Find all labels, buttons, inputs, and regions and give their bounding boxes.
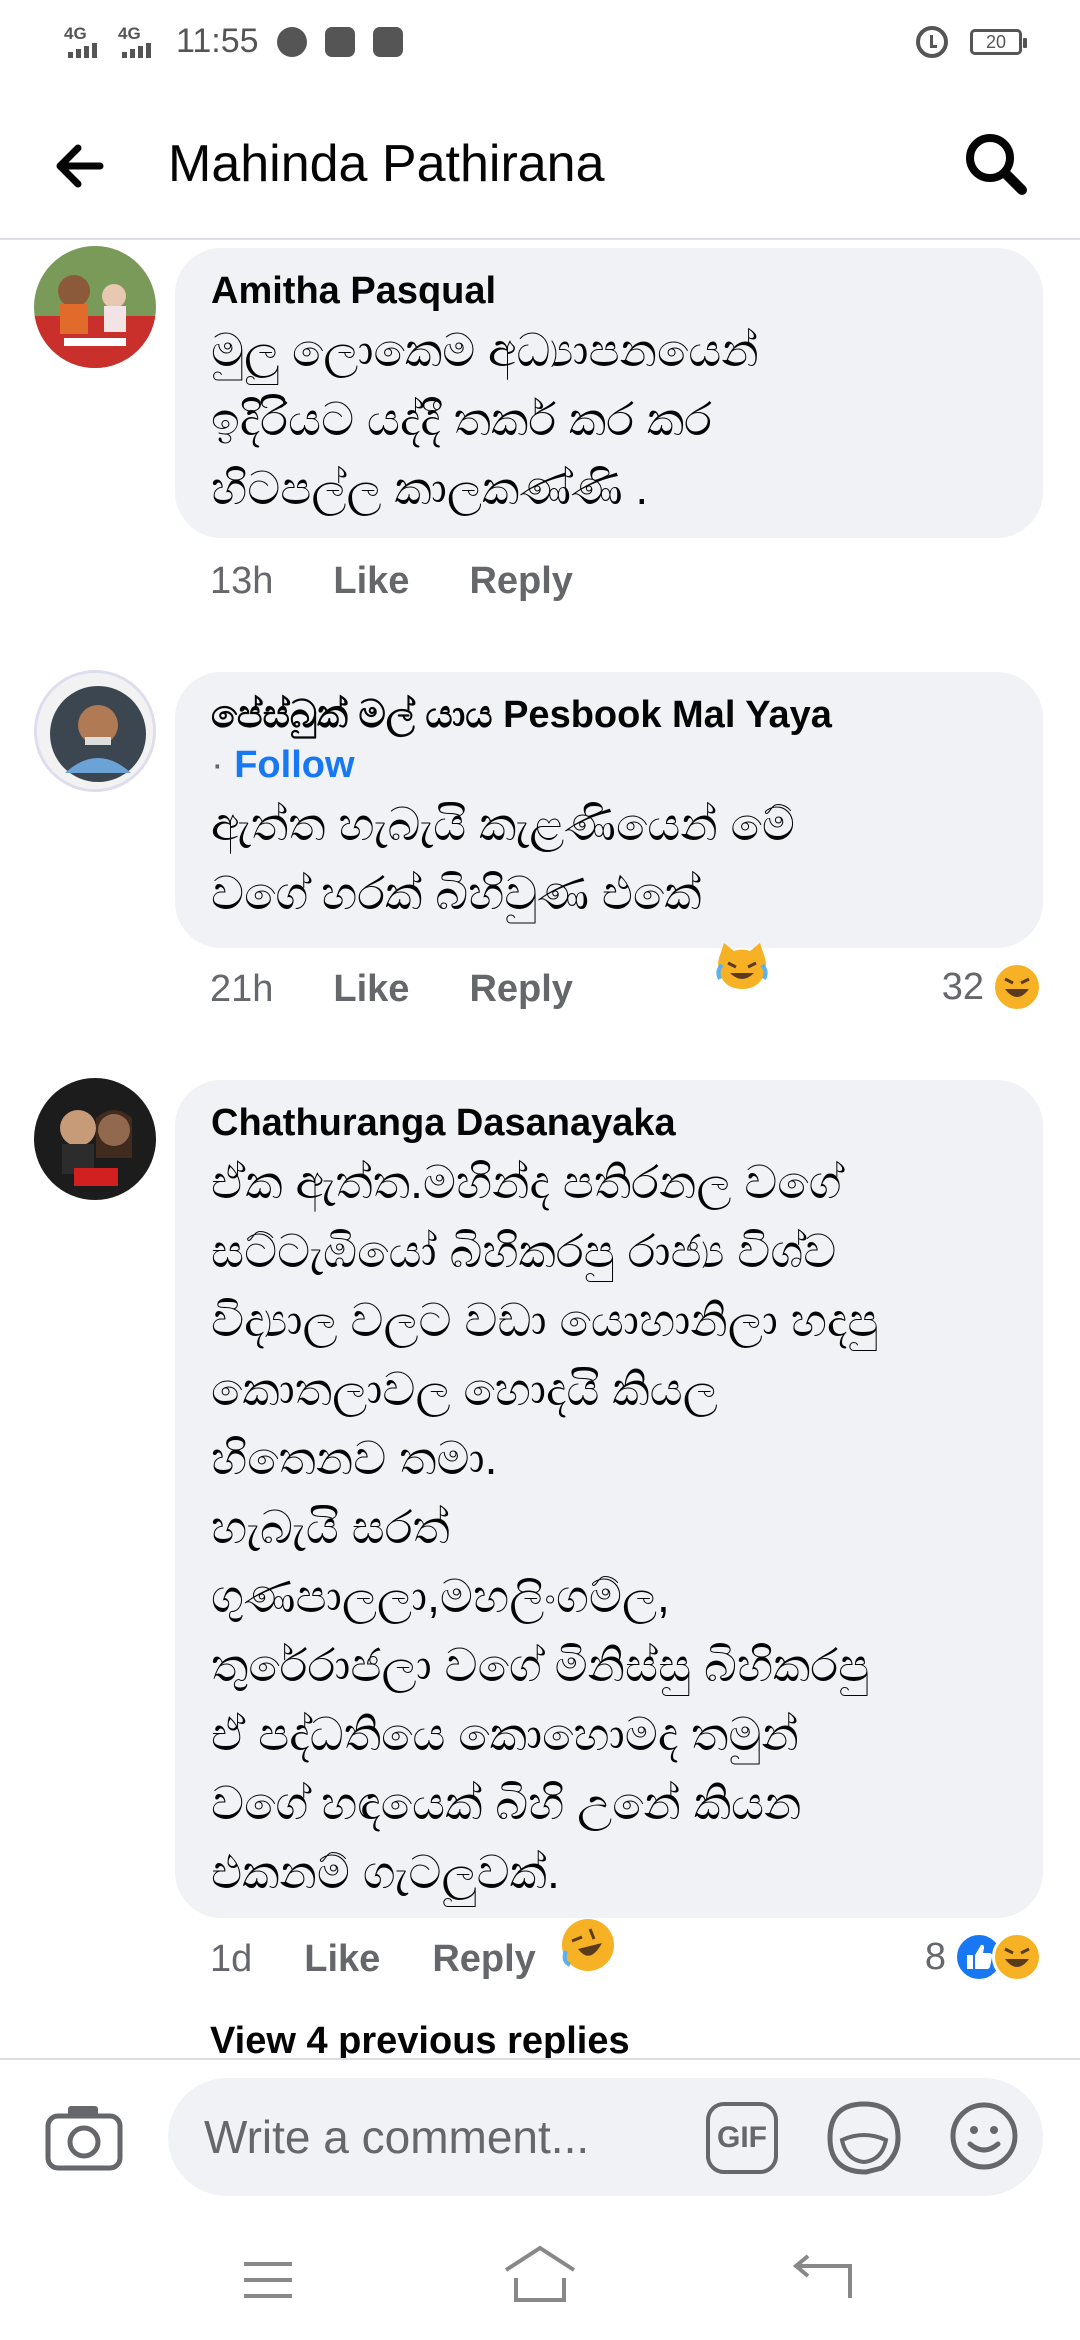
reaction-summary[interactable]: 32 <box>942 962 1042 1012</box>
top-app-bar: Mahinda Pathirana <box>0 90 1080 240</box>
reply-button[interactable]: Reply <box>432 1938 535 1981</box>
like-button[interactable]: Like <box>333 560 409 603</box>
signal-icon: 4G <box>64 24 108 60</box>
status-bar: 4G 4G 11:55 20 <box>0 0 1080 90</box>
reply-button[interactable]: Reply <box>469 968 572 1011</box>
network-type: 4G <box>64 23 87 43</box>
comment-author[interactable]: පේස්බුක් මල් යාය Pesbook Mal Yaya <box>211 690 1007 740</box>
comment-text: ඒක ඇත්ත.මහින්ද පතිරනල වගේ සට්ටැඹියෝ බිහි… <box>211 1148 1007 1971</box>
reaction-summary[interactable]: 8 <box>925 1932 1042 1982</box>
battery-icon: 20 <box>970 29 1027 55</box>
reply-button[interactable]: Reply <box>469 560 572 603</box>
facebook-icon <box>324 26 355 57</box>
comment-time: 21h <box>210 968 274 1010</box>
follow-separator: · <box>211 744 224 786</box>
avatar[interactable] <box>34 246 156 368</box>
reaction-count: 32 <box>941 965 984 1008</box>
clock: 11:55 <box>176 22 259 60</box>
alarm-icon <box>916 26 948 58</box>
avatar[interactable] <box>34 670 156 792</box>
page-title: Mahinda Pathirana <box>168 135 605 193</box>
follow-button[interactable]: Follow <box>234 744 354 786</box>
signal-icon-2: 4G <box>118 24 162 60</box>
avatar[interactable] <box>34 1078 156 1200</box>
emoji-icon[interactable] <box>948 2100 1020 2172</box>
crying-laughing-cat-icon <box>714 872 770 989</box>
back-arrow-icon[interactable] <box>50 136 110 196</box>
messenger-icon <box>276 26 307 57</box>
comment-time: 13h <box>210 560 274 602</box>
comment-bubble: Amitha Pasqual මුලු ලොකෙම අධ්‍යාපනයෙන් ඉ… <box>175 248 1043 538</box>
network-type-2: 4G <box>118 23 141 43</box>
comment-text: මුලු ලොකෙම අධ්‍යාපනයෙන් ඉදිරියට යද්දී තර… <box>211 324 759 514</box>
comment-text: ඇත්ත හැබැයි කැළණියෙන් මේ වගේ හරක් බිහිවු… <box>211 790 1007 989</box>
reaction-count: 8 <box>924 1935 946 1978</box>
back-icon[interactable] <box>790 2252 854 2302</box>
comment-bubble: පේස්බුක් මල් යාය Pesbook Mal Yaya · Foll… <box>175 672 1043 989</box>
like-button[interactable]: Like <box>333 968 409 1011</box>
menu-icon[interactable] <box>240 2258 296 2302</box>
haha-icon <box>992 1932 1042 1982</box>
sticker-icon[interactable] <box>826 2100 902 2176</box>
inbox-icon <box>372 26 403 57</box>
comment-bubble: Chathuranga Dasanayaka ඒක ඇත්ත.මහින්ද පත… <box>175 1080 1043 1971</box>
system-navigation-bar <box>0 2208 1080 2340</box>
haha-icon <box>992 962 1042 1012</box>
camera-icon[interactable] <box>44 2102 124 2172</box>
gif-button[interactable]: GIF <box>706 2102 778 2174</box>
comment-composer: Write a comment... GIF <box>0 2058 1080 2208</box>
comment-text-content: ඒක ඇත්ත.මහින්ද පතිරනල වගේ සට්ටැඹියෝ බිහි… <box>211 1156 879 1898</box>
view-previous-replies-link[interactable]: View 4 previous replies <box>210 2020 630 2060</box>
search-icon[interactable] <box>960 128 1032 200</box>
comment-author[interactable]: Amitha Pasqual <box>211 266 1007 316</box>
home-icon[interactable] <box>500 2244 580 2304</box>
comment-text-content: ඇත්ත හැබැයි කැළණියෙන් මේ වගේ හරක් බිහිවු… <box>211 798 795 919</box>
like-button[interactable]: Like <box>304 1938 380 1981</box>
comment-author[interactable]: Chathuranga Dasanayaka <box>211 1098 1007 1148</box>
comment-input[interactable]: Write a comment... <box>168 2078 1043 2196</box>
comment-time: 1d <box>210 1938 253 1980</box>
rolling-laughing-icon <box>560 1848 616 1971</box>
